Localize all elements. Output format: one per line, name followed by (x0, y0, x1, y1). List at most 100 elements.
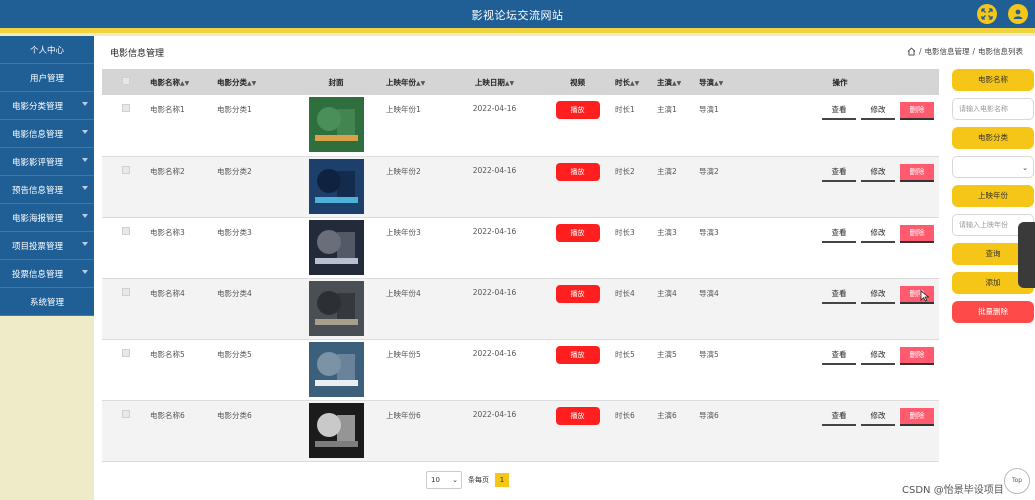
breadcrumb: / 电影信息管理 / 电影信息列表 (907, 46, 1023, 57)
play-button[interactable]: 播放 (555, 223, 600, 242)
sidebar-item-movie-poster[interactable]: 电影海报管理 (0, 204, 94, 232)
cell-date: 2022-04-16 (449, 339, 540, 401)
cell-lead: 主演1 (657, 95, 699, 157)
sidebar-item-label: 电影信息管理 (12, 129, 64, 140)
cell-lead: 主演2 (657, 156, 699, 218)
sort-icon: ▲▼ (630, 79, 640, 87)
cell-director: 导演2 (699, 156, 741, 218)
chevron-down-icon: ⌄ (452, 476, 458, 484)
delete-button[interactable]: 删除 (900, 224, 934, 243)
view-button[interactable]: 查看 (822, 408, 856, 426)
cell-category: 电影分类5 (217, 339, 286, 401)
chevron-down-icon: ⌄ (1022, 164, 1028, 172)
breadcrumb-item: 电影信息列表 (978, 47, 1023, 56)
cell-name: 电影名称1 (150, 95, 217, 157)
edit-button[interactable]: 修改 (861, 347, 895, 365)
select-all-checkbox[interactable] (122, 77, 130, 85)
cell-category: 电影分类2 (217, 156, 286, 218)
play-button[interactable]: 播放 (555, 284, 600, 303)
sidebar-item-personal-center[interactable]: 个人中心 (0, 36, 94, 64)
cell-duration: 时长5 (615, 339, 657, 401)
column-header-director[interactable]: 导演▲▼ (699, 69, 741, 95)
edit-button[interactable]: 修改 (861, 408, 895, 426)
watermark-text: CSDN @怡景毕设项目 (902, 485, 1004, 496)
cell-duration: 时长4 (615, 278, 657, 340)
chevron-down-icon (82, 242, 88, 246)
play-button[interactable]: 播放 (555, 162, 600, 181)
cell-director: 导演6 (699, 400, 741, 462)
sidebar-item-movie-info[interactable]: 电影信息管理 (0, 120, 94, 148)
cell-director: 导演1 (699, 95, 741, 157)
edit-button[interactable]: 修改 (861, 102, 895, 120)
table-row: 电影名称6 电影分类6 上映年份6 2022-04-16 播放 时长6 主演6 … (102, 400, 939, 462)
row-checkbox[interactable] (122, 409, 130, 418)
column-header-name[interactable]: 电影名称▲▼ (150, 69, 217, 95)
sidebar-item-movie-category[interactable]: 电影分类管理 (0, 92, 94, 120)
sidebar-item-label: 投票信息管理 (12, 269, 64, 280)
edit-button[interactable]: 修改 (861, 225, 895, 243)
cell-lead: 主演4 (657, 278, 699, 340)
cell-duration: 时长6 (615, 400, 657, 462)
view-button[interactable]: 查看 (822, 102, 856, 120)
sidebar-item-label: 电影分类管理 (12, 101, 64, 112)
column-header-year[interactable]: 上映年份▲▼ (386, 69, 449, 95)
sidebar-item-vote-info[interactable]: 投票信息管理 (0, 260, 94, 288)
row-checkbox[interactable] (122, 104, 130, 112)
row-checkbox[interactable] (122, 348, 130, 357)
delete-button[interactable]: 删除 (900, 102, 934, 120)
view-button[interactable]: 查看 (822, 286, 856, 304)
cell-duration: 时长3 (615, 217, 657, 279)
sidebar-item-movie-review[interactable]: 电影影评管理 (0, 148, 94, 176)
sidebar-item-user-management[interactable]: 用户管理 (0, 64, 94, 92)
sidebar-item-project-voting[interactable]: 项目投票管理 (0, 232, 94, 260)
movie-name-input[interactable]: 请输入电影名称 (952, 98, 1034, 120)
column-header-video: 视频 (540, 69, 615, 95)
delete-button[interactable]: 删除 (900, 163, 934, 182)
play-button[interactable]: 播放 (555, 406, 600, 425)
edit-button[interactable]: 修改 (861, 286, 895, 304)
top-header-bar: 影视论坛交流网站 (0, 0, 1035, 28)
table-row: 电影名称4 电影分类4 上映年份4 2022-04-16 播放 时长4 主演4 … (102, 278, 939, 340)
view-button[interactable]: 查看 (822, 347, 856, 365)
page-title: 电影信息管理 (110, 49, 165, 59)
sidebar-item-system-management[interactable]: 系统管理 (0, 288, 94, 316)
page-size-select[interactable]: 10 ⌄ (426, 471, 462, 489)
play-button[interactable]: 播放 (555, 345, 600, 364)
view-button[interactable]: 查看 (822, 164, 856, 182)
batch-delete-button[interactable]: 批量删除 (952, 301, 1034, 323)
back-to-top-button[interactable]: Top (1004, 468, 1030, 494)
delete-button[interactable]: 删除 (900, 407, 934, 426)
row-checkbox[interactable] (122, 165, 130, 174)
play-button[interactable]: 播放 (555, 101, 600, 119)
cell-director: 导演5 (699, 339, 741, 401)
cell-category: 电影分类6 (217, 400, 286, 462)
breadcrumb-item[interactable]: 电影信息管理 (924, 46, 969, 57)
column-header-date[interactable]: 上映日期▲▼ (449, 69, 540, 95)
cell-name: 电影名称4 (150, 278, 217, 340)
page-number-current[interactable]: 1 (495, 473, 509, 487)
row-actions: 查看 修改 删除 (741, 346, 939, 365)
column-header-lead[interactable]: 主演▲▼ (657, 69, 699, 95)
sort-icon: ▲▼ (247, 79, 257, 87)
filter-panel: 电影名称 请输入电影名称 电影分类 ⌄ 上映年份 请输入上映年份 查询 添加 批… (952, 69, 1035, 330)
fullscreen-icon[interactable] (977, 4, 997, 24)
row-checkbox[interactable] (122, 287, 130, 296)
view-button[interactable]: 查看 (822, 225, 856, 243)
cell-lead: 主演3 (657, 217, 699, 279)
sidebar-item-trailer-info[interactable]: 预告信息管理 (0, 176, 94, 204)
cell-date: 2022-04-16 (449, 217, 540, 279)
column-header-duration[interactable]: 时长▲▼ (615, 69, 657, 95)
movie-name-label: 电影名称 (952, 69, 1034, 91)
column-header-category[interactable]: 电影分类▲▼ (217, 69, 286, 95)
chevron-down-icon (82, 214, 88, 218)
user-avatar-icon[interactable] (1008, 4, 1028, 24)
cell-lead: 主演5 (657, 339, 699, 401)
cell-category: 电影分类3 (217, 217, 286, 279)
movie-category-select[interactable]: ⌄ (952, 156, 1034, 178)
movie-poster-image (308, 158, 364, 214)
side-drawer-handle[interactable] (1018, 222, 1035, 288)
delete-button[interactable]: 删除 (900, 346, 934, 365)
edit-button[interactable]: 修改 (861, 164, 895, 182)
row-checkbox[interactable] (122, 226, 130, 235)
home-icon[interactable] (907, 47, 916, 56)
